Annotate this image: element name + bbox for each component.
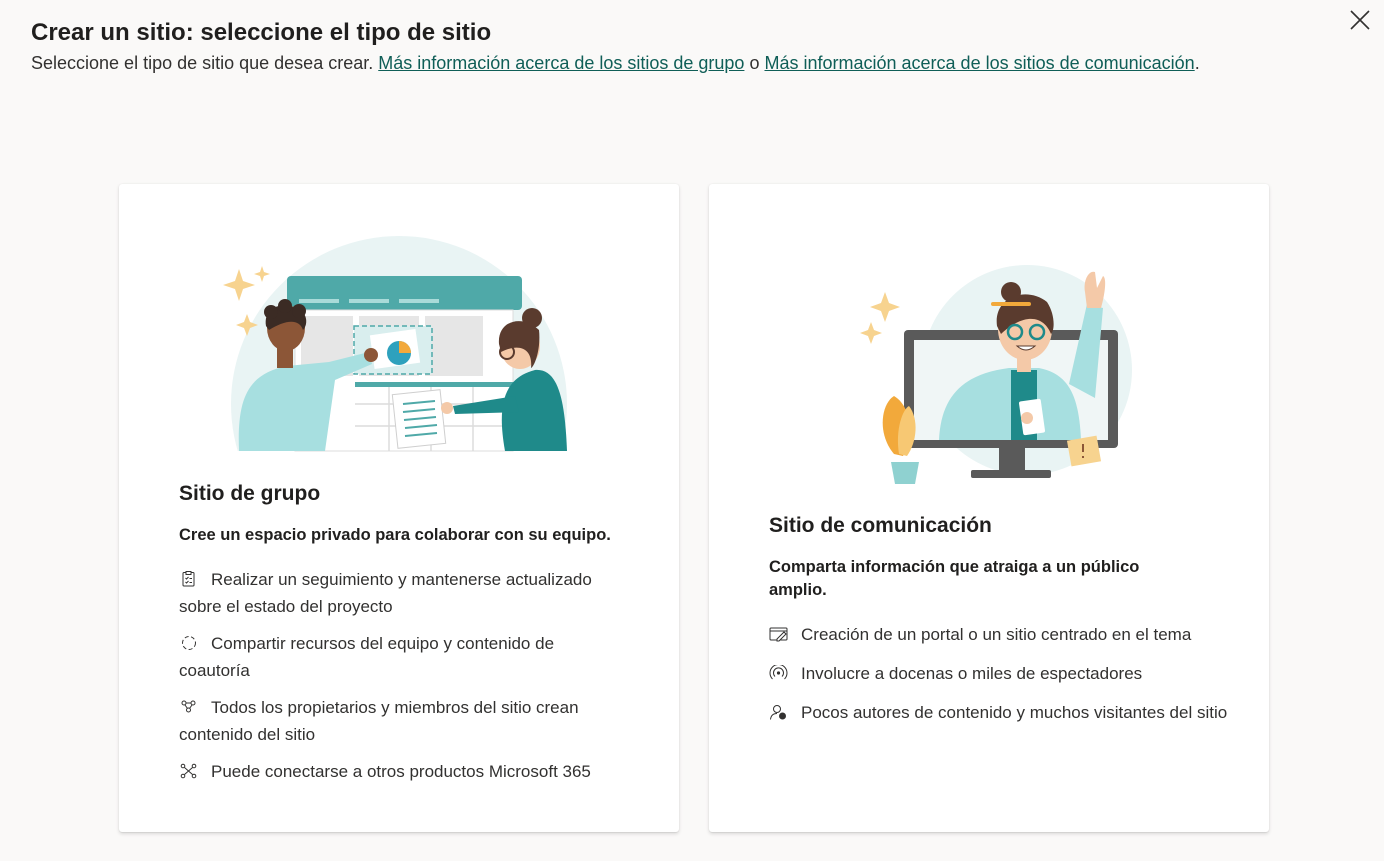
list-item: Compartir recursos del equipo y contenid… — [179, 630, 619, 684]
learn-more-team-sites-link[interactable]: Más información acerca de los sitios de … — [378, 53, 744, 73]
person-feedback-icon — [770, 705, 786, 720]
sync-icon — [182, 636, 196, 650]
page-title: Crear un sitio: seleccione el tipo de si… — [31, 19, 492, 46]
dialog-header: Crear un sitio: seleccione el tipo de si… — [31, 18, 1200, 75]
learn-more-communication-sites-link[interactable]: Más información acerca de los sitios de … — [764, 53, 1194, 73]
feature-text: Involucre a docenas o miles de espectado… — [801, 664, 1143, 683]
close-button[interactable] — [1344, 4, 1376, 36]
list-item: Realizar un seguimiento y mantenerse act… — [179, 566, 619, 620]
list-item: Todos los propietarios y miembros del si… — [179, 694, 619, 748]
list-item: Pocos autores de contenido y muchos visi… — [769, 699, 1229, 726]
feature-text: Pocos autores de contenido y muchos visi… — [801, 703, 1228, 722]
team-site-illustration — [119, 236, 679, 474]
connector-icon — [180, 763, 197, 779]
feature-text: Todos los propietarios y miembros del si… — [179, 698, 579, 744]
list-item: Puede conectarse a otros productos Micro… — [179, 758, 619, 785]
communication-site-features: Creación de un portal o un sitio centrad… — [769, 621, 1229, 738]
team-site-features: Realizar un seguimiento y mantenerse act… — [179, 566, 619, 795]
team-site-description: Cree un espacio privado para colaborar c… — [179, 526, 611, 544]
team-site-card[interactable]: Sitio de grupo Cree un espacio privado p… — [119, 184, 679, 832]
page-subtitle: Seleccione el tipo de sitio que desea cr… — [31, 51, 1200, 75]
list-item: Creación de un portal o un sitio centrad… — [769, 621, 1229, 648]
communication-site-illustration — [860, 265, 1132, 484]
feature-text: Compartir recursos del equipo y contenid… — [179, 634, 555, 680]
communication-site-card[interactable]: Sitio de comunicación Comparta informaci… — [709, 184, 1269, 832]
close-icon — [1350, 10, 1370, 30]
feature-text: Creación de un portal o un sitio centrad… — [801, 625, 1192, 644]
subtitle-text: Seleccione el tipo de sitio que desea cr… — [31, 53, 374, 73]
feature-text: Realizar un seguimiento y mantenerse act… — [179, 570, 592, 616]
clipboard-icon — [182, 571, 195, 587]
communication-site-title: Sitio de comunicación — [769, 514, 992, 537]
subtitle-connector: o — [749, 53, 760, 73]
list-item: Involucre a docenas o miles de espectado… — [769, 660, 1229, 687]
subtitle-period: . — [1194, 53, 1200, 73]
broadcast-icon — [769, 665, 788, 680]
team-site-title: Sitio de grupo — [179, 482, 321, 505]
feature-text: Puede conectarse a otros productos Micro… — [211, 762, 591, 781]
edit-page-icon — [769, 627, 788, 642]
communication-site-description: Comparta información que atraiga a un pú… — [769, 558, 1140, 599]
people-network-icon — [181, 700, 196, 713]
